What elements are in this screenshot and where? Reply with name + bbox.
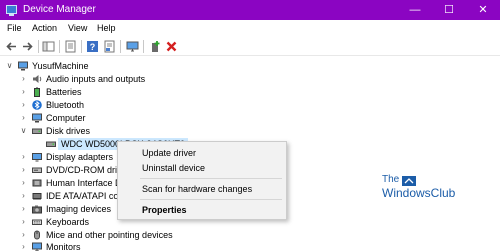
- menu-separator: [140, 199, 282, 200]
- tree-item-audio[interactable]: › Audio inputs and outputs: [19, 73, 219, 85]
- tree-item-label: Display adapters: [46, 152, 114, 162]
- hid-icon: [32, 178, 42, 188]
- back-arrow-icon[interactable]: [5, 40, 18, 53]
- minimize-icon[interactable]: —: [398, 0, 432, 20]
- expand-arrow-icon[interactable]: ›: [19, 241, 28, 251]
- disk-drive-icon: [46, 139, 56, 149]
- menu-help[interactable]: Help: [97, 23, 116, 33]
- expand-arrow-icon[interactable]: ›: [19, 86, 28, 98]
- menu-file[interactable]: File: [7, 23, 22, 33]
- expand-arrow-icon[interactable]: ›: [19, 164, 28, 176]
- action-icon[interactable]: [103, 40, 116, 53]
- watermark-logo-icon: [402, 176, 416, 186]
- tree-item-label: Mice and other pointing devices: [46, 230, 173, 240]
- menu-separator: [140, 178, 282, 179]
- menu-view[interactable]: View: [68, 23, 87, 33]
- tree-item-label: Computer: [46, 113, 86, 123]
- menu-action[interactable]: Action: [32, 23, 57, 33]
- camera-icon: [32, 204, 42, 214]
- watermark-line2: WindowsClub: [382, 186, 456, 200]
- uninstall-x-icon[interactable]: [165, 40, 178, 53]
- title-bar: Device Manager — ☐ ✕: [0, 0, 500, 20]
- expand-arrow-icon[interactable]: ›: [19, 99, 28, 111]
- toolbar-separator: [143, 40, 144, 53]
- computer-icon: [32, 113, 42, 123]
- speaker-icon: [32, 74, 42, 84]
- mouse-icon: [32, 230, 42, 240]
- expand-arrow-icon[interactable]: ›: [19, 203, 28, 215]
- context-menu: Update driver Uninstall device Scan for …: [117, 141, 287, 220]
- tree-item-label: Batteries: [46, 87, 82, 97]
- forward-arrow-icon[interactable]: [21, 40, 34, 53]
- expand-arrow-icon[interactable]: ›: [19, 151, 28, 163]
- menu-item-scan-hardware[interactable]: Scan for hardware changes: [142, 183, 252, 195]
- tree-item-disk-drives[interactable]: ∨ Disk drives: [19, 125, 219, 137]
- toolbar: ?: [0, 37, 500, 56]
- expand-arrow-icon[interactable]: ›: [19, 190, 28, 202]
- disk-drive-icon: [32, 126, 42, 136]
- device-manager-icon: [6, 5, 17, 16]
- toolbar-separator: [81, 40, 82, 53]
- menu-item-update-driver[interactable]: Update driver: [142, 147, 196, 159]
- tree-root[interactable]: ∨ YusufMachine: [5, 60, 125, 72]
- collapse-arrow-icon[interactable]: ∨: [5, 60, 14, 72]
- keyboard-icon: [32, 217, 42, 227]
- tree-item-batteries[interactable]: › Batteries: [19, 86, 219, 98]
- expand-arrow-icon[interactable]: ›: [19, 112, 28, 124]
- tree-item-bluetooth[interactable]: › Bluetooth: [19, 99, 219, 111]
- add-driver-icon[interactable]: [149, 40, 162, 53]
- help-icon[interactable]: ?: [86, 40, 99, 53]
- dvd-icon: [32, 165, 42, 175]
- tree-root-label: YusufMachine: [32, 61, 89, 71]
- window-title: Device Manager: [23, 4, 96, 15]
- expand-arrow-icon[interactable]: ›: [19, 73, 28, 85]
- watermark-line1: The: [382, 174, 400, 185]
- battery-icon: [32, 87, 42, 97]
- toolbar-separator: [38, 40, 39, 53]
- show-hide-tree-icon[interactable]: [42, 40, 55, 53]
- computer-icon: [18, 61, 28, 71]
- menu-bar: File Action View Help: [0, 20, 500, 37]
- watermark: The WindowsClub: [382, 174, 492, 208]
- tree-item-label: Audio inputs and outputs: [46, 74, 146, 84]
- display-adapter-icon: [32, 152, 42, 162]
- tree-item-mice[interactable]: › Mice and other pointing devices: [19, 229, 239, 241]
- toolbar-separator: [120, 40, 121, 53]
- expand-arrow-icon[interactable]: ›: [19, 229, 28, 241]
- ide-icon: [32, 191, 42, 201]
- toolbar-separator: [59, 40, 60, 53]
- close-icon[interactable]: ✕: [466, 0, 500, 20]
- svg-text:?: ?: [90, 42, 96, 52]
- expand-arrow-icon[interactable]: ›: [19, 177, 28, 189]
- properties-icon[interactable]: [64, 40, 77, 53]
- tree-item-label: Bluetooth: [46, 100, 85, 110]
- menu-item-properties[interactable]: Properties: [142, 204, 187, 216]
- tree-item-label: Imaging devices: [46, 204, 112, 214]
- tree-item-label: Disk drives: [46, 126, 91, 136]
- tree-item-label: Monitors: [46, 242, 81, 251]
- menu-item-uninstall-device[interactable]: Uninstall device: [142, 162, 205, 174]
- tree-item-label: Keyboards: [46, 217, 90, 227]
- tree-item-monitors[interactable]: › Monitors: [19, 241, 219, 251]
- maximize-icon[interactable]: ☐: [432, 0, 466, 20]
- tree-item-computer[interactable]: › Computer: [19, 112, 219, 124]
- monitor-icon: [32, 242, 42, 251]
- bluetooth-icon: [32, 100, 42, 110]
- collapse-arrow-icon[interactable]: ∨: [19, 125, 28, 137]
- expand-arrow-icon[interactable]: ›: [19, 216, 28, 228]
- monitor-icon[interactable]: [126, 40, 139, 53]
